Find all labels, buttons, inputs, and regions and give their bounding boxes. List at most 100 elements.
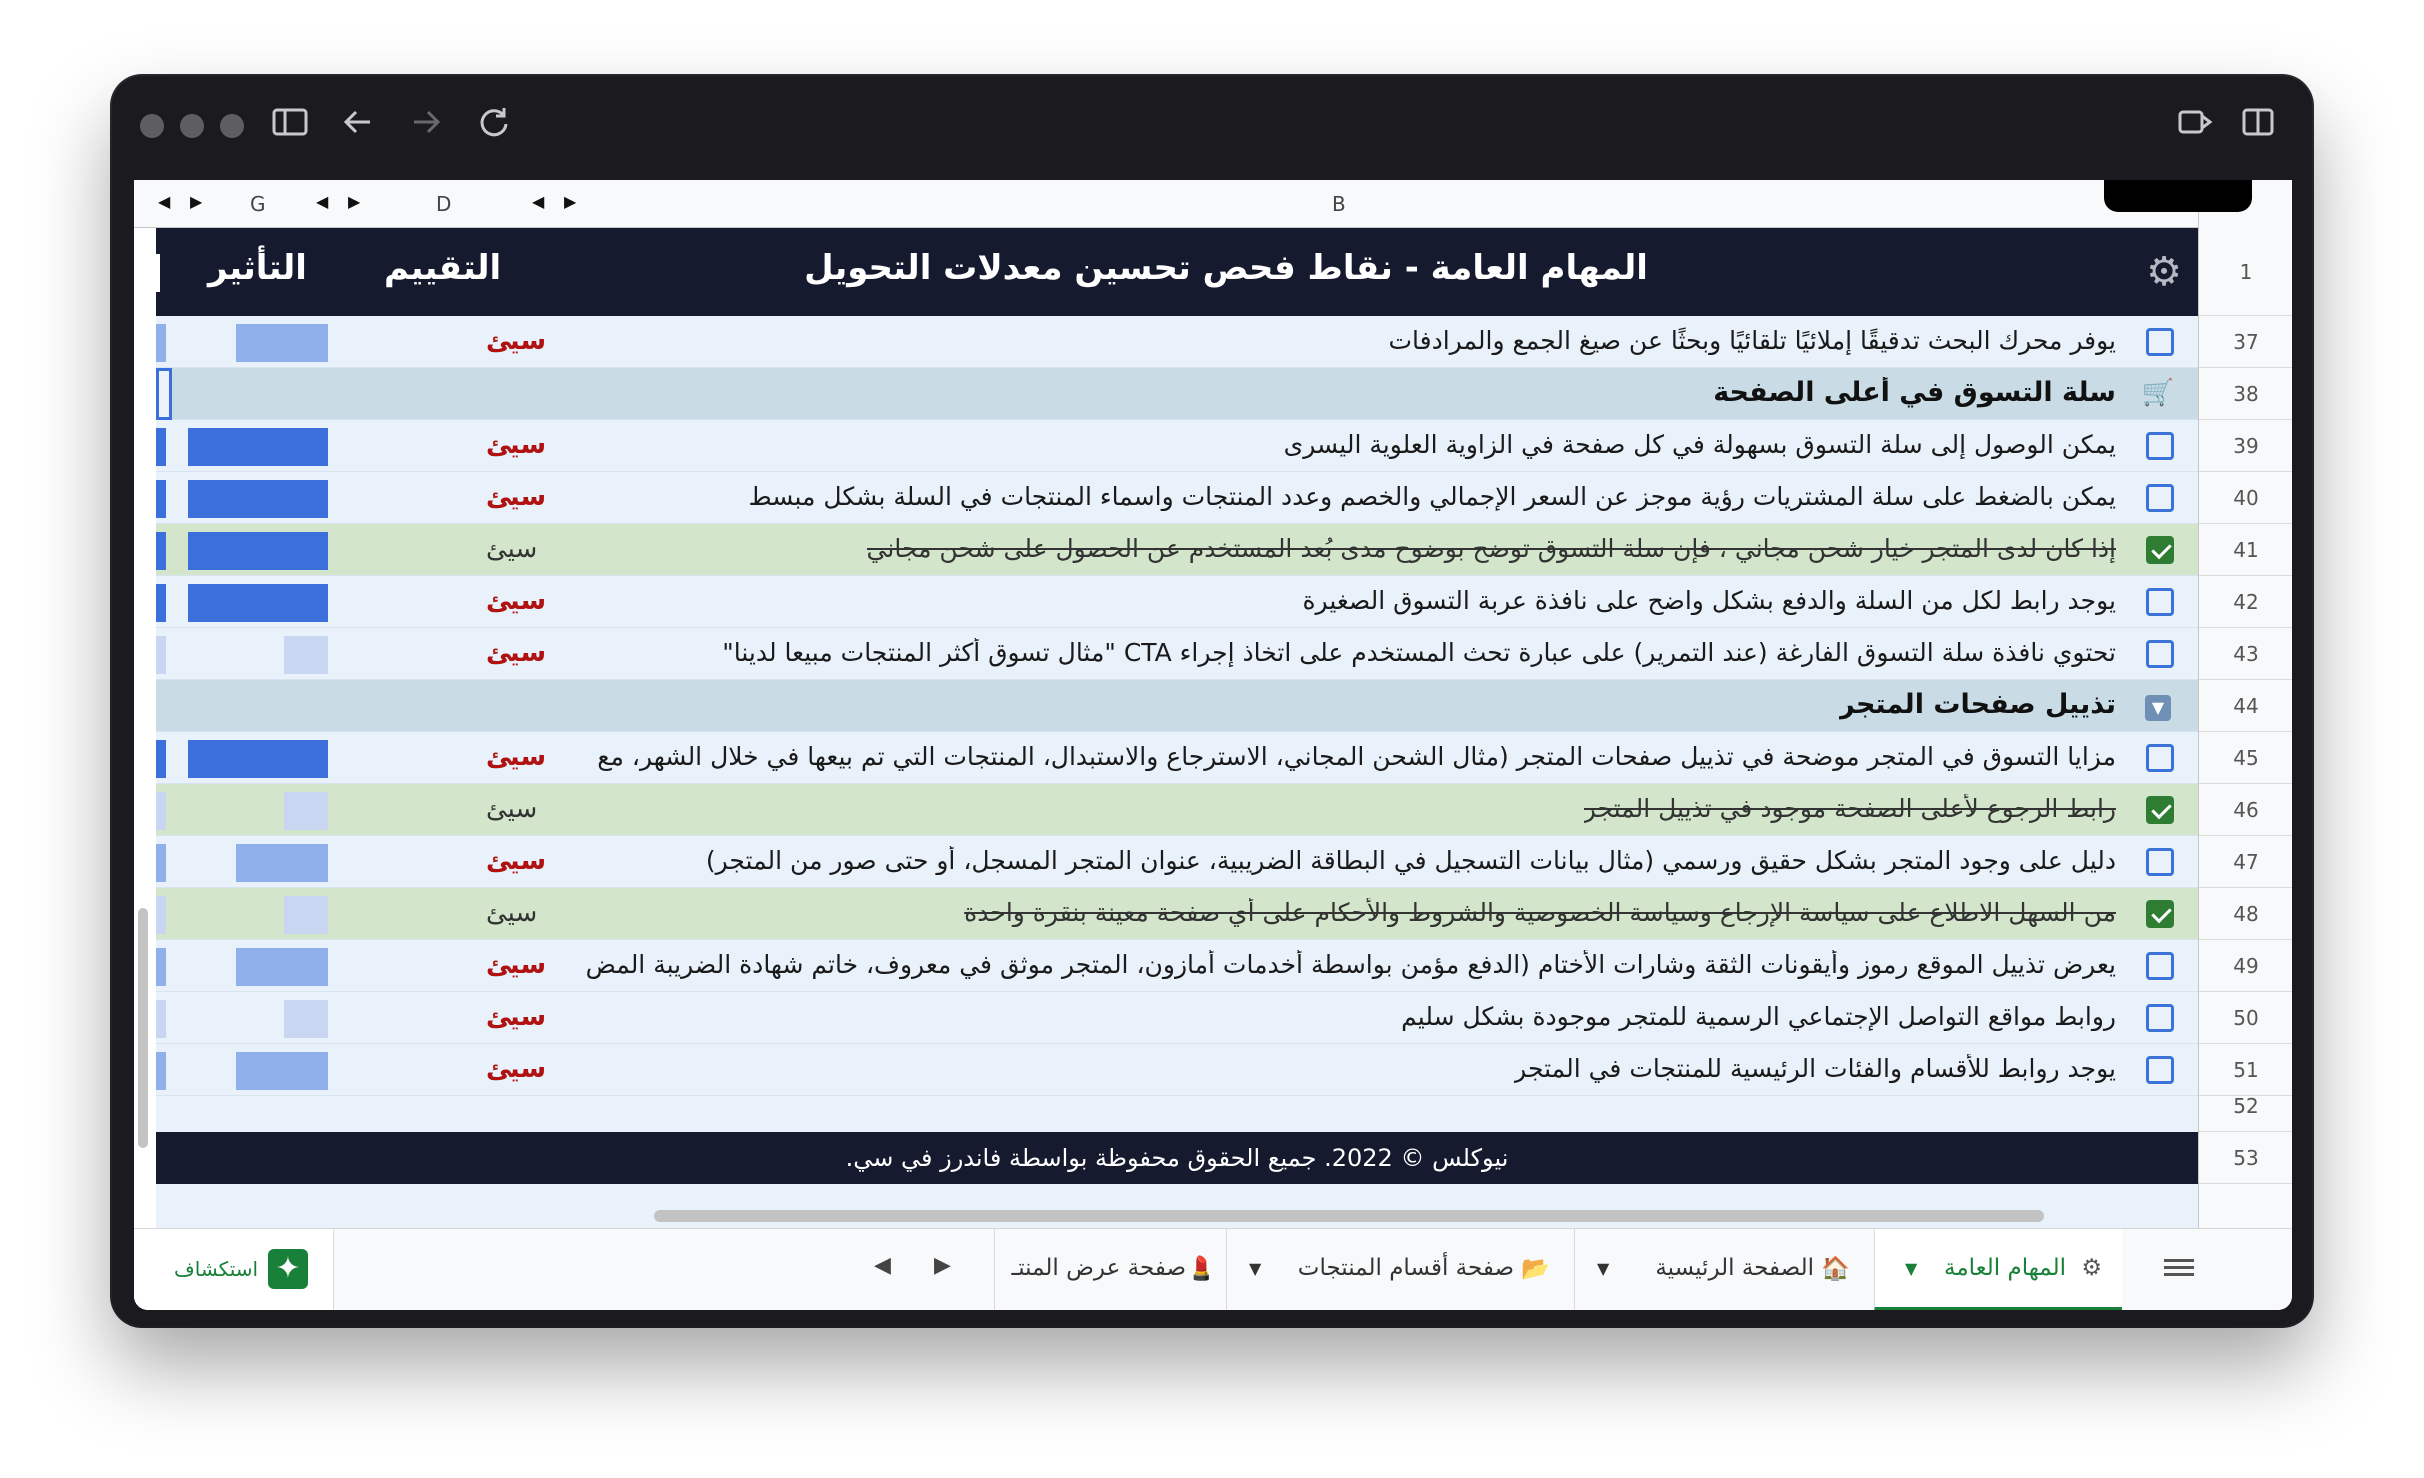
task-text[interactable]: إذا كان لدى المتجر خيار شحن مجاني ، فإن … <box>867 534 2116 563</box>
tab-home[interactable]: ▼ الصفحة الرئيسية 🏠 <box>1574 1229 1874 1310</box>
tabs-scroll-right-icon[interactable]: ▶ <box>934 1253 951 1278</box>
row-number[interactable]: 41 <box>2199 524 2292 576</box>
cart-icon: 🛒 <box>2141 378 2175 408</box>
task-checkbox[interactable] <box>2146 588 2174 616</box>
task-checkbox[interactable] <box>2146 328 2174 356</box>
gear-icon: ⚙ <box>2146 249 2182 295</box>
task-checkbox[interactable] <box>2146 432 2174 460</box>
rating-value[interactable]: سيئ <box>486 326 546 356</box>
sidebar-toggle-icon[interactable] <box>266 102 314 150</box>
row-number[interactable]: 38 <box>2199 368 2292 420</box>
impact-bar <box>236 324 328 362</box>
task-checkbox[interactable] <box>2146 952 2174 980</box>
column-g-header[interactable]: G <box>250 192 266 216</box>
row-number[interactable]: 1 <box>2199 228 2292 316</box>
row-number[interactable]: 48 <box>2199 888 2292 940</box>
checklist-row: تحتوي نافذة سلة التسوق الفارغة (عند التم… <box>156 628 2198 680</box>
row-number[interactable]: 37 <box>2199 316 2292 368</box>
spreadsheet-area: ◀ ▶ G ◀ ▶ D ◀ ▶ B التأثير التقييم المهام… <box>134 180 2292 1310</box>
share-icon[interactable] <box>2172 102 2220 150</box>
zoom-window-button[interactable] <box>220 114 244 138</box>
all-sheets-menu-icon[interactable] <box>2164 1255 2194 1285</box>
selected-cell[interactable] <box>156 368 172 420</box>
forward-arrow-icon[interactable] <box>402 102 450 150</box>
row-number[interactable]: 47 <box>2199 836 2292 888</box>
task-checkbox[interactable] <box>2146 848 2174 876</box>
task-text[interactable]: من السهل الاطلاع على سياسة الإرجاع وسياس… <box>964 898 2116 927</box>
horizontal-scrollbar[interactable] <box>654 1210 2044 1222</box>
impact-edge <box>156 428 166 466</box>
row-number[interactable]: 51 <box>2199 1044 2292 1096</box>
row-number[interactable]: 42 <box>2199 576 2292 628</box>
checklist-row: يوفر محرك البحث تدقيقًا إملائيًا تلقائيً… <box>156 316 2198 368</box>
rating-value[interactable]: سيئ <box>486 534 537 564</box>
gear-icon: ⚙ <box>2081 1255 2102 1281</box>
impact-bar <box>188 480 328 518</box>
col-scroll-left-icon[interactable]: ◀ <box>158 192 170 211</box>
split-view-icon[interactable] <box>2234 102 2282 150</box>
task-text[interactable]: يوجد روابط للأقسام والفئات الرئيسية للمن… <box>1514 1054 2116 1083</box>
tab-product-page[interactable]: صفحة عرض المنتـ 💄 <box>994 1229 1226 1310</box>
tab-general-tasks[interactable]: ▼ المهام العامة ⚙ <box>1874 1229 2122 1310</box>
task-text[interactable]: يوجد رابط لكل من السلة والدفع بشكل واضح … <box>1302 586 2116 615</box>
col-scroll-right-icon[interactable]: ▶ <box>190 192 202 211</box>
rating-value[interactable]: سيئ <box>486 742 546 772</box>
task-checkbox[interactable] <box>2146 796 2174 824</box>
row-number[interactable]: 44 <box>2199 680 2292 732</box>
task-text[interactable]: يمكن بالضغط على سلة المشتريات رؤية موجز … <box>748 482 2116 511</box>
task-text[interactable]: يمكن الوصول إلى سلة التسوق بسهولة في كل … <box>1284 430 2116 459</box>
col-g-right-icon[interactable]: ▶ <box>348 192 360 211</box>
vertical-scrollbar[interactable] <box>138 908 148 1148</box>
task-checkbox[interactable] <box>2146 484 2174 512</box>
column-b-header[interactable]: B <box>1332 192 1346 216</box>
rating-value[interactable]: سيئ <box>486 430 546 460</box>
rating-value[interactable]: سيئ <box>486 794 537 824</box>
column-d-header[interactable]: D <box>436 192 451 216</box>
row-number[interactable]: 40 <box>2199 472 2292 524</box>
task-text[interactable]: يوفر محرك البحث تدقيقًا إملائيًا تلقائيً… <box>1388 326 2116 355</box>
row-number[interactable]: 49 <box>2199 940 2292 992</box>
tab-categories[interactable]: ▼ صفحة أقسام المنتجات 📂 <box>1226 1229 1574 1310</box>
task-text[interactable]: روابط مواقع التواصل الإجتماعي الرسمية لل… <box>1401 1002 2116 1031</box>
impact-bar <box>188 532 328 570</box>
task-text[interactable]: دليل على وجود المتجر بشكل حقيق ورسمي (مث… <box>706 846 2116 875</box>
section-title[interactable]: سلة التسوق في أعلى الصفحة <box>1713 377 2116 408</box>
row-number[interactable]: 45 <box>2199 732 2292 784</box>
task-checkbox[interactable] <box>2146 1056 2174 1084</box>
task-text[interactable]: تحتوي نافذة سلة التسوق الفارغة (عند التم… <box>722 638 2116 667</box>
back-arrow-icon[interactable] <box>334 102 382 150</box>
col-d-left-icon[interactable]: ◀ <box>532 192 544 211</box>
task-checkbox[interactable] <box>2146 1004 2174 1032</box>
col-d-right-icon[interactable]: ▶ <box>564 192 576 211</box>
close-window-button[interactable] <box>140 114 164 138</box>
task-checkbox[interactable] <box>2146 640 2174 668</box>
camera-notch <box>2104 180 2252 212</box>
task-checkbox[interactable] <box>2146 744 2174 772</box>
rating-value[interactable]: سيئ <box>486 638 546 668</box>
rating-value[interactable]: سيئ <box>486 1002 546 1032</box>
task-text[interactable]: يعرض تذييل الموقع رموز وأيقونات الثقة وش… <box>586 950 2116 979</box>
explore-button[interactable]: ✦ استكشاف <box>134 1229 334 1310</box>
rating-value[interactable]: سيئ <box>486 950 546 980</box>
row-number[interactable]: 39 <box>2199 420 2292 472</box>
task-text[interactable]: رابط الرجوع لأعلى الصفحة موجود في تذييل … <box>1584 794 2116 823</box>
section-title[interactable]: تذييل صفحات المتجر <box>1839 689 2116 720</box>
rating-value[interactable]: سيئ <box>486 846 546 876</box>
reload-icon[interactable] <box>470 102 518 150</box>
row-number[interactable]: 43 <box>2199 628 2292 680</box>
task-text[interactable]: مزايا التسوق في المتجر موضحة في تذييل صف… <box>597 742 2116 771</box>
col-g-left-icon[interactable]: ◀ <box>316 192 328 211</box>
rating-value[interactable]: سيئ <box>486 898 537 928</box>
rating-value[interactable]: سيئ <box>486 482 546 512</box>
task-checkbox[interactable] <box>2146 900 2174 928</box>
explore-icon: ✦ <box>268 1249 308 1289</box>
rating-value[interactable]: سيئ <box>486 1054 546 1084</box>
tabs-scroll-left-icon[interactable]: ◀ <box>874 1253 891 1278</box>
row-number[interactable]: 46 <box>2199 784 2292 836</box>
chevron-down-icon: ▼ <box>1905 1259 1918 1278</box>
task-checkbox[interactable] <box>2146 536 2174 564</box>
row-number[interactable]: 53 <box>2199 1132 2292 1184</box>
minimize-window-button[interactable] <box>180 114 204 138</box>
row-number[interactable]: 50 <box>2199 992 2292 1044</box>
rating-value[interactable]: سيئ <box>486 586 546 616</box>
